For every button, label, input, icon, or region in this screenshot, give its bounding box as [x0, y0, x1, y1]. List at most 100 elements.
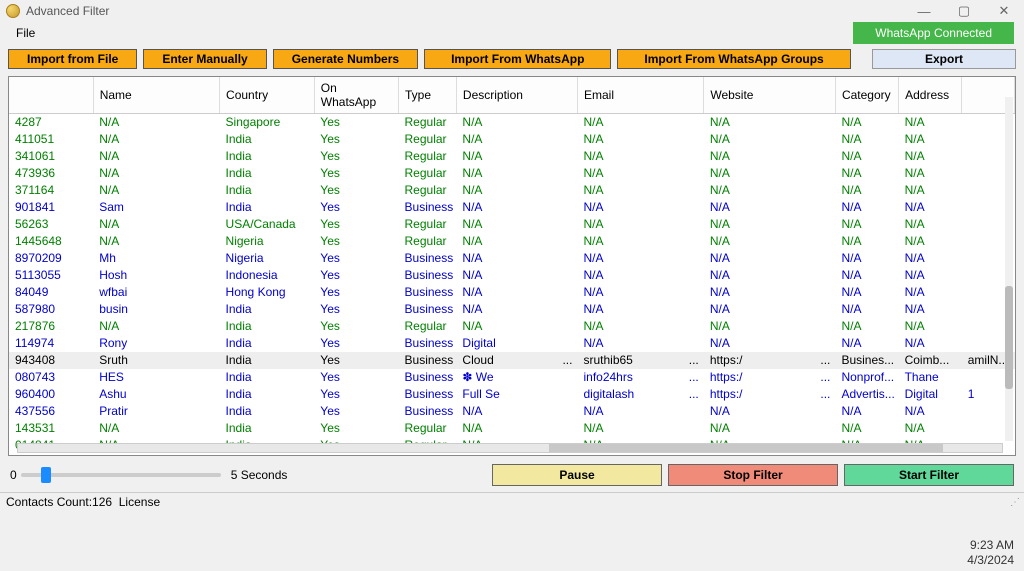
import-from-whatsapp-button[interactable]: Import From WhatsApp	[424, 49, 611, 69]
import-from-file-button[interactable]: Import from File	[8, 49, 137, 69]
enter-manually-button[interactable]: Enter Manually	[143, 49, 266, 69]
cell-email: N/A	[577, 199, 682, 216]
cell-address: N/A	[899, 148, 962, 165]
minimize-button[interactable]: —	[904, 0, 944, 22]
table-row[interactable]: 901841SamIndiaYesBusinessN/AN/AN/AN/AN/A	[9, 199, 1015, 216]
cell-on_wa: Yes	[314, 301, 398, 318]
table-row[interactable]: 437556PratirIndiaYesBusinessN/AN/AN/AN/A…	[9, 403, 1015, 420]
horizontal-scrollbar[interactable]	[17, 443, 1003, 453]
close-button[interactable]: ✕	[984, 0, 1024, 22]
cell-country: Singapore	[220, 114, 315, 131]
cell-email: info24hrs	[577, 369, 682, 386]
cell-desc_ellip	[556, 114, 577, 131]
table-row[interactable]: 4287N/ASingaporeYesRegularN/AN/AN/AN/AN/…	[9, 114, 1015, 131]
start-filter-button[interactable]: Start Filter	[844, 464, 1014, 486]
table-row[interactable]: 1445648N/ANigeriaYesRegularN/AN/AN/AN/AN…	[9, 233, 1015, 250]
col-category[interactable]: Category	[835, 77, 898, 114]
generate-numbers-button[interactable]: Generate Numbers	[273, 49, 418, 69]
pause-button[interactable]: Pause	[492, 464, 662, 486]
cell-website: N/A	[704, 420, 815, 437]
table-row[interactable]: 960400AshuIndiaYesBusinessFull Sedigital…	[9, 386, 1015, 403]
vscroll-thumb[interactable]	[1005, 286, 1013, 389]
cell-desc_ellip	[556, 335, 577, 352]
cell-email: N/A	[577, 267, 682, 284]
cell-category: N/A	[835, 199, 898, 216]
cell-address: N/A	[899, 403, 962, 420]
table-row[interactable]: 217876N/AIndiaYesRegularN/AN/AN/AN/AN/A	[9, 318, 1015, 335]
cell-country: India	[220, 386, 315, 403]
import-from-groups-button[interactable]: Import From WhatsApp Groups	[617, 49, 850, 69]
cell-website_ellip	[814, 267, 835, 284]
table-row[interactable]: 943408SruthIndiaYesBusinessCloud...sruth…	[9, 352, 1015, 369]
cell-email: N/A	[577, 420, 682, 437]
table-row[interactable]: 114974RonyIndiaYesBusinessDigitalN/AN/AN…	[9, 335, 1015, 352]
stop-filter-button[interactable]: Stop Filter	[668, 464, 838, 486]
cell-website_ellip	[814, 165, 835, 182]
table-row[interactable]: 411051N/AIndiaYesRegularN/AN/AN/AN/AN/A	[9, 131, 1015, 148]
data-grid[interactable]: Name Country On WhatsApp Type Descriptio…	[8, 76, 1016, 456]
cell-desc_ellip	[556, 403, 577, 420]
table-row[interactable]: 080743HESIndiaYesBusiness✽ Weinfo24hrs..…	[9, 369, 1015, 386]
cell-id: 1445648	[9, 233, 93, 250]
col-address[interactable]: Address	[899, 77, 962, 114]
cell-email: N/A	[577, 233, 682, 250]
table-row[interactable]: 5113055HoshIndonesiaYesBusinessN/AN/AN/A…	[9, 267, 1015, 284]
cell-desc: N/A	[456, 233, 556, 250]
cell-desc_ellip	[556, 148, 577, 165]
cell-category: N/A	[835, 131, 898, 148]
cell-name: N/A	[93, 114, 219, 131]
cell-email_ellip	[683, 182, 704, 199]
table-row[interactable]: 8970209MhNigeriaYesBusinessN/AN/AN/AN/AN…	[9, 250, 1015, 267]
file-menu[interactable]: File	[8, 24, 43, 42]
vertical-scrollbar[interactable]	[1005, 97, 1013, 441]
col-onwa[interactable]: On WhatsApp	[314, 77, 398, 114]
col-name[interactable]: Name	[93, 77, 219, 114]
col-website[interactable]: Website	[704, 77, 836, 114]
cell-category: N/A	[835, 165, 898, 182]
table-row[interactable]: 587980businIndiaYesBusinessN/AN/AN/AN/AN…	[9, 301, 1015, 318]
cell-name: Ashu	[93, 386, 219, 403]
cell-website: N/A	[704, 301, 815, 318]
cell-email: N/A	[577, 216, 682, 233]
cell-on_wa: Yes	[314, 318, 398, 335]
table-row[interactable]: 56263N/AUSA/CanadaYesRegularN/AN/AN/AN/A…	[9, 216, 1015, 233]
cell-email: N/A	[577, 182, 682, 199]
table-row[interactable]: 371164N/AIndiaYesRegularN/AN/AN/AN/AN/A	[9, 182, 1015, 199]
table-row[interactable]: 341061N/AIndiaYesRegularN/AN/AN/AN/AN/A	[9, 148, 1015, 165]
cell-website_ellip	[814, 301, 835, 318]
cell-email_ellip	[683, 216, 704, 233]
hscroll-thumb[interactable]	[549, 444, 943, 452]
table-row[interactable]: 143531N/AIndiaYesRegularN/AN/AN/AN/AN/A	[9, 420, 1015, 437]
col-desc[interactable]: Description	[456, 77, 577, 114]
cell-email_ellip: ...	[683, 369, 704, 386]
table-row[interactable]: 473936N/AIndiaYesRegularN/AN/AN/AN/AN/A	[9, 165, 1015, 182]
cell-email_ellip	[683, 318, 704, 335]
col-email[interactable]: Email	[577, 77, 703, 114]
cell-desc_ellip	[556, 199, 577, 216]
window-title: Advanced Filter	[26, 4, 109, 18]
cell-desc: N/A	[456, 131, 556, 148]
slider-thumb[interactable]	[41, 467, 51, 483]
cell-name: N/A	[93, 233, 219, 250]
slider-track[interactable]	[21, 473, 221, 477]
maximize-button[interactable]: ▢	[944, 0, 984, 22]
cell-name: N/A	[93, 420, 219, 437]
statusbar: Contacts Count: 126 License ⋰	[0, 492, 1024, 511]
tray-date: 4/3/2024	[967, 553, 1014, 567]
col-country[interactable]: Country	[220, 77, 315, 114]
contacts-count-value: 126	[92, 495, 112, 509]
cell-website_ellip	[814, 233, 835, 250]
export-button[interactable]: Export	[872, 49, 1016, 69]
table-row[interactable]: 84049wfbaiHong KongYesBusinessN/AN/AN/AN…	[9, 284, 1015, 301]
cell-website_ellip	[814, 131, 835, 148]
cell-website_ellip	[814, 403, 835, 420]
col-type[interactable]: Type	[399, 77, 457, 114]
resize-grip-icon[interactable]: ⋰	[1010, 497, 1018, 508]
cell-address: N/A	[899, 250, 962, 267]
cell-name: N/A	[93, 216, 219, 233]
cell-name: Mh	[93, 250, 219, 267]
cell-email: N/A	[577, 335, 682, 352]
license-link[interactable]: License	[119, 495, 160, 509]
cell-on_wa: Yes	[314, 267, 398, 284]
col-id[interactable]	[9, 77, 93, 114]
